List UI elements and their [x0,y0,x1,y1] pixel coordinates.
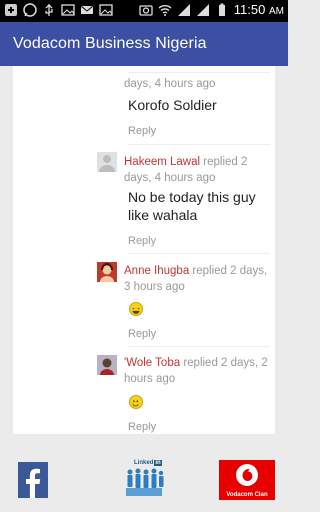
signal-icon [196,3,209,16]
clock: 11:50 AM [233,2,284,17]
usb-icon [45,4,53,16]
system-icons: 11:50 AM [139,2,284,17]
vodacom-clan-label: Vodacom Clan [226,492,268,498]
notification-icons [4,3,113,17]
avatar [97,262,117,282]
comment-body: No be today this guy like wahala [128,189,256,223]
app-title: Vodacom Business Nigeria [13,35,207,52]
divider [128,253,270,254]
linkedin-label: Linked in [134,460,162,466]
status-bar: 11:50 AM [0,0,288,22]
facebook-icon[interactable] [18,462,48,498]
vodacom-logo-icon [236,464,258,486]
battery-icon [218,3,225,16]
comment-meta: 'Wole Toba replied 2 days, 2 hours ago [124,357,268,385]
comments-panel[interactable]: days, 4 hours ago Korofo Soldier Reply H… [13,66,275,434]
avatar [97,152,117,172]
wifi-icon [158,4,172,16]
divider [128,72,270,73]
reply-link[interactable]: Reply [128,125,156,137]
author-link[interactable]: Anne Ihugba [124,265,189,277]
vodacom-clan-button[interactable]: Vodacom Clan [219,460,275,500]
linkedin-button[interactable]: Linked in [124,460,164,500]
comment-meta: Hakeem Lawal replied 2 days, 4 hours ago [124,156,248,184]
reply-link[interactable]: Reply [128,421,156,433]
comment-meta: days, 4 hours ago [124,78,216,90]
add-icon [5,4,17,16]
smiley-face-icon [129,395,143,409]
author-link[interactable]: 'Wole Toba [124,357,180,369]
laughing-face-icon [129,302,143,316]
reply-link[interactable]: Reply [128,328,156,340]
whatsapp-icon [23,3,37,17]
people-network-icon [126,468,164,496]
image-icon [99,4,113,16]
author-link[interactable]: Hakeem Lawal [124,156,200,168]
divider [128,346,270,347]
comment-body: Korofo Soldier [128,97,217,113]
avatar [97,355,117,375]
camera-icon [139,4,153,16]
app-bar: Vodacom Business Nigeria [0,22,288,66]
image-icon [61,4,75,16]
email-icon [80,5,94,14]
signal-icon [177,3,190,16]
reply-link[interactable]: Reply [128,235,156,247]
divider [128,144,270,145]
comment-meta: Anne Ihugba replied 2 days, 3 hours ago [124,265,268,293]
bottom-nav: Linked in Vodacom Clan [0,448,288,512]
